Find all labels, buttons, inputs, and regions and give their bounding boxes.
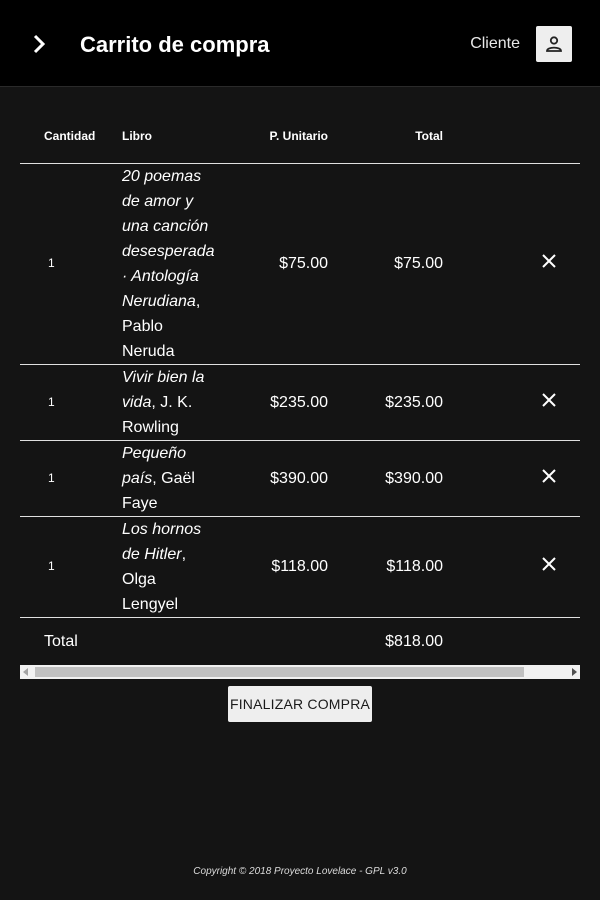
row-total: $75.00 <box>328 163 443 365</box>
column-header-actions <box>443 110 580 164</box>
total-value: $818.00 <box>385 632 443 650</box>
row-book: 20 poemas de amor y una canción desesper… <box>112 163 216 365</box>
row-quantity: 1 <box>20 516 112 618</box>
horizontal-scrollbar[interactable] <box>20 665 580 679</box>
row-book: Los hornos de Hitler, Olga Lengyel <box>112 516 216 618</box>
page-title: Carrito de compra <box>80 32 270 57</box>
row-actions <box>443 364 580 441</box>
row-quantity: 1 <box>20 440 112 517</box>
checkout-button[interactable]: Finalizar compra <box>228 686 372 722</box>
person-icon <box>546 36 562 52</box>
close-icon <box>542 392 556 407</box>
row-total: $118.00 <box>328 516 443 618</box>
row-quantity: 1 <box>20 364 112 441</box>
row-actions <box>443 440 580 517</box>
account-button[interactable] <box>536 26 572 62</box>
chevron-right-icon <box>33 34 46 54</box>
row-unit-price: $235.00 <box>216 364 328 441</box>
remove-item-button[interactable] <box>538 250 560 272</box>
scroll-left-arrow-icon[interactable] <box>23 668 28 676</box>
total-label: Total <box>44 632 78 650</box>
row-actions <box>443 516 580 618</box>
scroll-right-arrow-icon[interactable] <box>572 668 577 676</box>
table-row: 1 Vivir bien la vida, J. K. Rowling $235… <box>20 364 580 441</box>
remove-item-button[interactable] <box>538 389 560 411</box>
row-unit-price: $390.00 <box>216 440 328 517</box>
column-header-book: Libro <box>112 110 216 164</box>
cart-table-container: Cantidad Libro P. Unitario Total 1 20 po… <box>20 110 580 665</box>
user-label[interactable]: Cliente <box>470 33 520 55</box>
table-row: 1 Pequeño país, Gaël Faye $390.00 $390.0… <box>20 440 580 517</box>
table-row: 1 20 poemas de amor y una canción desesp… <box>20 163 580 365</box>
table-row: 1 Los hornos de Hitler, Olga Lengyel $11… <box>20 516 580 618</box>
row-total: $390.00 <box>328 440 443 517</box>
row-book: Pequeño país, Gaël Faye <box>112 440 216 517</box>
remove-item-button[interactable] <box>538 465 560 487</box>
app-header: Carrito de compra Cliente <box>0 0 600 87</box>
row-unit-price: $75.00 <box>216 163 328 365</box>
row-unit-price: $118.00 <box>216 516 328 618</box>
menu-toggle-button[interactable] <box>26 30 54 58</box>
total-spacer <box>216 617 328 665</box>
row-actions <box>443 163 580 365</box>
book-title: 20 poemas de amor y una canción desesper… <box>122 167 215 310</box>
table-header-row: Cantidad Libro P. Unitario Total <box>20 110 580 164</box>
total-actions-spacer <box>443 617 580 665</box>
footer-copyright: Copyright © 2018 Proyecto Lovelace - GPL… <box>193 866 407 877</box>
scrollbar-thumb[interactable] <box>35 667 524 677</box>
close-icon <box>542 468 556 483</box>
column-header-total: Total <box>328 110 443 164</box>
row-book: Vivir bien la vida, J. K. Rowling <box>112 364 216 441</box>
close-icon <box>542 254 556 268</box>
remove-item-button[interactable] <box>538 553 560 575</box>
book-title: Los hornos de Hitler <box>122 520 202 563</box>
close-icon <box>542 557 556 571</box>
row-quantity: 1 <box>20 163 112 365</box>
column-header-quantity: Cantidad <box>20 110 112 164</box>
column-header-unit-price: P. Unitario <box>216 110 328 164</box>
cart-table: Cantidad Libro P. Unitario Total 1 20 po… <box>20 110 580 665</box>
row-total: $235.00 <box>328 364 443 441</box>
total-row: Total $818.00 <box>20 617 580 665</box>
